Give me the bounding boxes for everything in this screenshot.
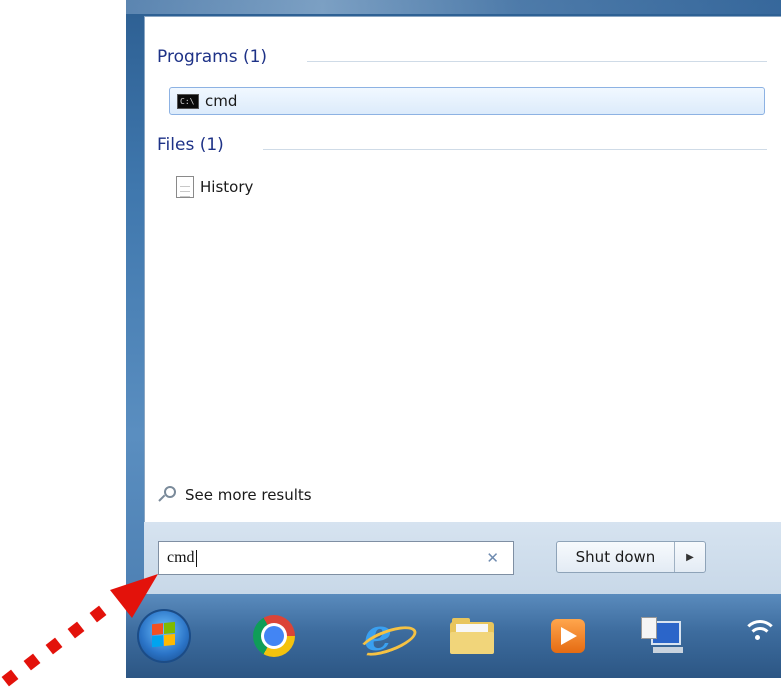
folder-icon [450, 618, 494, 654]
taskbar-item-media-player[interactable] [540, 608, 596, 664]
search-input-value: cmd [167, 549, 197, 567]
internet-explorer-icon: e [356, 614, 420, 662]
triangle-right-icon: ▶ [686, 551, 694, 563]
text-document-icon [176, 176, 194, 198]
red-dotted-arrow-icon [1, 574, 158, 687]
shutdown-button-group: Shut down ▶ [556, 541, 706, 573]
result-item-label: History [200, 178, 254, 196]
see-more-results-label: See more results [185, 486, 312, 504]
taskbar-item-chrome[interactable] [246, 608, 302, 664]
taskbar-item-remote-desktop[interactable] [634, 608, 690, 664]
computer-icon [641, 617, 683, 655]
command-prompt-icon [177, 93, 199, 109]
start-menu: Programs (1) cmd Files (1) History See m… [126, 0, 781, 620]
shutdown-button[interactable]: Shut down [557, 542, 675, 572]
media-player-icon [551, 619, 585, 653]
clear-x-icon[interactable]: ✕ [486, 549, 499, 567]
start-menu-top-glass [126, 0, 781, 14]
taskbar: e [126, 594, 781, 678]
text-caret [195, 549, 197, 567]
see-more-results-link[interactable]: See more results [157, 485, 312, 505]
search-input[interactable]: cmd ✕ [158, 541, 514, 575]
result-item-history[interactable]: History [169, 173, 253, 201]
search-icon [157, 485, 177, 505]
taskbar-item-internet-explorer[interactable]: e [350, 608, 420, 664]
chrome-icon [253, 615, 295, 657]
wifi-icon [740, 616, 780, 656]
result-item-cmd[interactable]: cmd [169, 87, 765, 115]
programs-heading: Programs (1) [157, 47, 268, 67]
shutdown-options-button[interactable]: ▶ [675, 542, 705, 572]
taskbar-item-file-explorer[interactable] [444, 608, 500, 664]
programs-divider [307, 61, 767, 62]
files-heading: Files (1) [157, 135, 224, 155]
search-results-panel: Programs (1) cmd Files (1) History See m… [144, 16, 781, 524]
taskbar-item-network[interactable] [732, 608, 781, 664]
start-menu-footer: cmd ✕ Shut down ▶ [144, 522, 781, 594]
result-item-label: cmd [205, 92, 238, 110]
files-divider [263, 149, 767, 150]
